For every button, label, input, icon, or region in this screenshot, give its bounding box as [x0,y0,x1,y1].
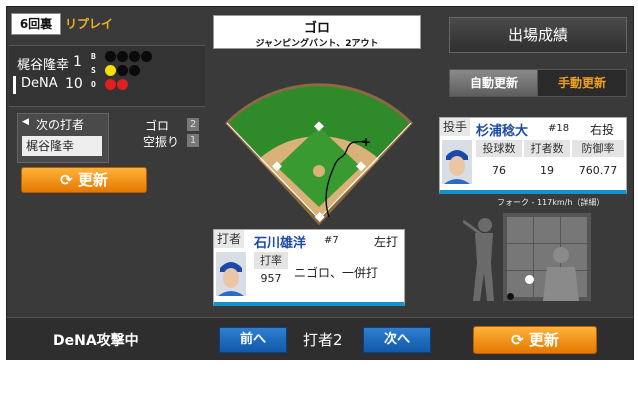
play-result-sub: ジャンピングバント、2アウト [255,39,379,49]
pitcher-name: 杉浦稔大 [476,124,529,139]
pitchers-mound [313,165,325,177]
batter-avg-label: 打率 [254,252,288,269]
batter-index: 打者2 [303,331,343,349]
left-arrow-icon: ◀ [22,117,29,127]
ball-label: B [91,52,96,61]
strike-zone [503,213,591,301]
pitch-count-label: 投球数 [476,140,522,157]
ball-landing-icon: + [361,135,371,149]
out-dot-1 [105,79,116,90]
grounder-label: ゴロ [145,119,170,133]
ball-dot-3 [129,51,140,62]
era-value: 760.77 [578,164,618,177]
batter-avg-value: 957 [260,272,282,285]
team-2-name: DeNA [21,76,58,91]
strike-dot-3 [129,65,140,76]
batter-role: 打者 [214,230,244,248]
batter-silhouette-icon [463,218,494,301]
ball-dot-4 [141,51,152,62]
baseball-field: + [224,83,414,226]
pitch-location-dot [525,275,534,284]
bottom-bar: DeNA攻撃中 前へ 打者2 次へ ⟳ 更新 [7,317,633,360]
pitch-count-value: 76 [492,164,506,177]
batters-faced-value: 19 [540,164,554,177]
pitcher-photo [442,140,472,184]
batter-result: ニゴロ、一併打 [294,266,379,280]
out-label: O [91,80,96,89]
current-team-marker [13,76,16,94]
pitch-info[interactable]: フォーク - 117km/h（詳細） [497,197,604,208]
manual-update-tab[interactable]: 手動更新 [537,69,627,97]
next-batter-name: 梶谷隆幸 [22,136,102,156]
prev-button[interactable]: 前へ [219,327,287,353]
next-label: 次へ [383,332,410,347]
prev-label: 前へ [239,332,266,347]
swing-miss-count: 1 [187,134,199,147]
update-button-bottom[interactable]: ⟳ 更新 [473,326,597,354]
next-batter-label: 次の打者 [36,118,85,132]
play-result-main: ゴロ [303,21,330,36]
strike-dot-1 [105,65,116,76]
ball-dot-2 [117,51,128,62]
batter-hand: 左打 [374,235,399,249]
pitcher-card[interactable]: 投手 杉浦稔大 #18 右投 投球数 打者数 防御率 76 19 760.77 [439,117,627,194]
previous-pitch-dot [507,293,514,300]
team-2-score: 10 [65,76,83,92]
out-dot-2 [117,79,128,90]
strike-dot-2 [117,65,128,76]
next-batter-box[interactable]: ◀ 次の打者 梶谷隆幸 [17,113,109,163]
batter-number: #7 [324,235,339,246]
refresh-icon: ⟳ [60,171,73,189]
inning-badge: 6回裏 [11,13,61,35]
play-result-box: ゴロ ジャンピングバント、2アウト [213,15,421,49]
pitcher-number: #18 [548,123,570,134]
batter-name: 石川雄洋 [254,236,307,251]
grounder-count: 2 [187,118,199,131]
strike-label: S [91,66,96,75]
attack-status: DeNA攻撃中 [53,333,139,349]
next-button[interactable]: 次へ [363,327,431,353]
replay-label[interactable]: リプレイ [65,15,113,32]
team-1-name: 梶谷隆幸 [17,58,70,73]
pitcher-hand: 右投 [590,123,615,137]
refresh-icon: ⟳ [511,331,524,349]
catcher-silhouette-icon [543,247,579,301]
game-widget: 6回裏 リプレイ 梶谷隆幸 1 DeNA 10 B S O ◀ 次の打者 梶谷隆… [6,6,634,360]
batter-photo [216,252,246,296]
batter-card[interactable]: 打者 石川雄洋 #7 左打 打率 957 ニゴロ、一併打 [213,229,405,306]
update-button-left[interactable]: ⟳ 更新 [21,167,147,193]
batters-faced-label: 打者数 [524,140,570,157]
auto-update-tab[interactable]: 自動更新 [449,69,539,97]
era-label: 防御率 [572,140,624,157]
scoreboard: 梶谷隆幸 1 DeNA 10 B S O [9,45,205,107]
ball-dot-1 [105,51,116,62]
swing-miss-label: 空振り [143,135,180,149]
team-1-score: 1 [73,54,82,70]
appearance-record-button[interactable]: 出場成績 [449,17,627,53]
pitcher-role: 投手 [440,118,470,136]
